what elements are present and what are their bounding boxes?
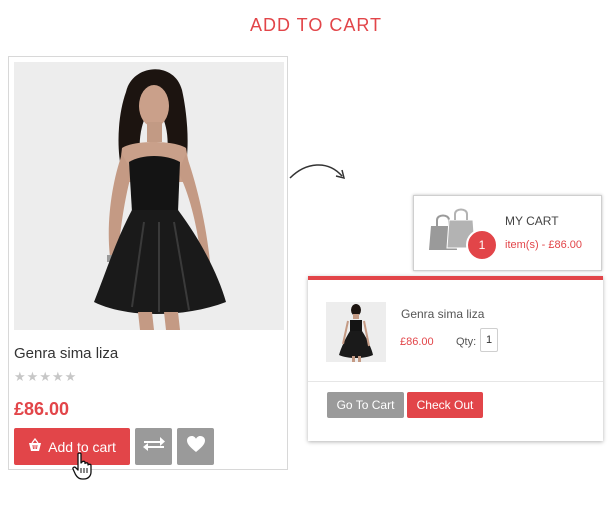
cart-item-name[interactable]: Genra sima liza [401,307,484,321]
product-name[interactable]: Genra sima liza [14,345,118,362]
wishlist-button[interactable] [177,428,214,465]
cart-item-price: £86.00 [400,336,434,348]
checkout-button[interactable]: Check Out [407,392,483,418]
compare-arrows-icon [142,436,166,457]
cart-item-thumbnail[interactable] [326,302,386,362]
mini-cart[interactable]: 1 MY CART item(s) - £86.00 [413,195,602,271]
star-icon: ★ [39,369,51,384]
star-icon: ★ [14,369,26,384]
curved-arrow-icon [288,158,348,187]
product-image[interactable] [14,62,284,330]
product-price: £86.00 [14,399,70,419]
mini-cart-summary: item(s) - £86.00 [505,239,583,251]
basket-icon [28,437,42,455]
star-icon: ★ [26,369,39,384]
hand-cursor-icon [72,452,94,485]
cart-dropdown: Genra sima liza £86.00 Qty: 1 Go To Cart… [308,276,603,441]
product-card: Genra sima liza ★ ★ ★ ★ ★ £86.00 Add to … [8,56,288,470]
page-heading: ADD TO CART [249,15,383,35]
qty-label: Qty: [456,336,477,348]
compare-button[interactable] [135,428,172,465]
divider [308,381,603,382]
star-icon: ★ [51,369,64,384]
qty-input[interactable]: 1 [480,328,498,352]
mini-cart-title: MY CART [505,214,559,228]
go-to-cart-button[interactable]: Go To Cart [327,392,404,418]
rating-stars: ★ ★ ★ ★ ★ [14,370,76,384]
cart-count-badge: 1 [466,229,498,261]
heart-icon [186,435,206,458]
star-icon: ★ [64,369,77,384]
